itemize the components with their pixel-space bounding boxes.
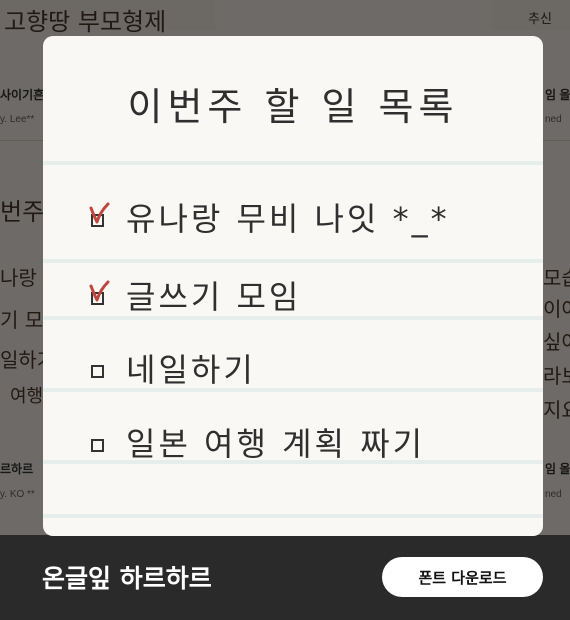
bg-right-line: 싶어 <box>543 330 570 354</box>
todo-item: 네일하기 <box>91 343 256 393</box>
ruled-line <box>43 514 543 518</box>
font-name-title: 온글잎 하르하르 <box>42 564 212 593</box>
bg-card-left-top <box>0 0 215 30</box>
font-download-button[interactable]: 폰트 다운로드 <box>382 557 543 597</box>
bg-card-right-label: 추신 <box>528 11 552 26</box>
font-preview-modal: 이번주 할 일 목록 유나랑 무비 나잇 *_* 글쓰기 모임 네일하기 일본 … <box>43 36 543 536</box>
bg-right-line: 라보 <box>543 364 570 388</box>
checkbox-icon <box>89 280 110 305</box>
bg-right-line: 모습 <box>543 266 570 290</box>
bg-left-bottom-name: 르하르 <box>0 462 34 476</box>
checkmark-icon <box>89 280 110 301</box>
todo-text: 일본 여행 계획 짜기 <box>126 425 426 463</box>
bg-left-card-name: 사이기흔 <box>0 88 45 102</box>
checkbox-icon <box>89 202 110 227</box>
bg-card-right-top <box>492 0 570 30</box>
checkbox-icon <box>91 438 104 452</box>
todo-item: 유나랑 무비 나잇 *_* <box>89 192 450 242</box>
todo-text: 네일하기 <box>126 351 256 389</box>
bg-left-line: 여행 <box>10 386 44 407</box>
bg-right-card-author: ned <box>545 114 562 125</box>
bg-right-line: 이어 <box>543 297 570 321</box>
bg-right-bottom-author: ned <box>545 489 562 500</box>
todo-text: 글쓰기 모임 <box>126 278 302 316</box>
bg-right-line: 지요 <box>543 398 570 422</box>
bg-card-title: 고향땅 부모형제 <box>4 8 167 36</box>
bg-left-line: 기 모 <box>0 308 44 332</box>
bg-right-bottom-name: 임 올 <box>545 462 570 476</box>
todo-item: 글쓰기 모임 <box>89 270 302 320</box>
bg-right-card-name: 임 올 <box>545 88 570 102</box>
note-title: 이번주 할 일 목록 <box>127 85 459 129</box>
bg-left-card-title: 번주 <box>0 198 45 226</box>
ruled-line <box>43 161 543 165</box>
bg-left-card-author: y. Lee** <box>0 114 35 125</box>
checkmark-icon <box>89 202 110 223</box>
todo-text: 유나랑 무비 나잇 *_* <box>126 200 450 238</box>
bg-left-bottom-author: y. KO ** <box>0 489 35 500</box>
ruled-line <box>43 259 543 263</box>
checkbox-icon <box>91 364 104 378</box>
todo-item: 일본 여행 계획 짜기 <box>91 417 425 467</box>
